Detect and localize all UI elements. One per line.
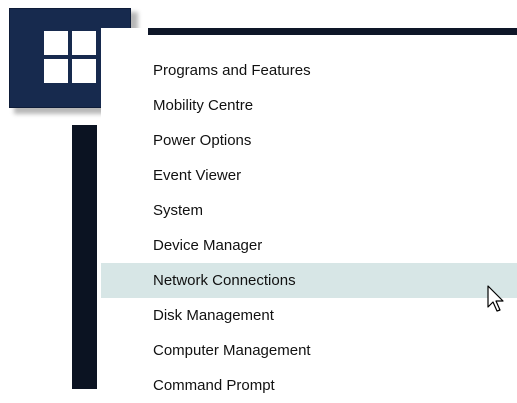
menu-item-disk-management[interactable]: Disk Management — [101, 298, 517, 333]
mouse-pointer-icon — [487, 285, 504, 312]
menu-item-network-connections[interactable]: Network Connections — [101, 263, 517, 298]
menu-item-system[interactable]: System — [101, 193, 517, 228]
taskbar — [72, 125, 97, 389]
menu-item-mobility-centre[interactable]: Mobility Centre — [101, 88, 517, 123]
menu-item-power-options[interactable]: Power Options — [101, 123, 517, 158]
menu-item-command-prompt[interactable]: Command Prompt — [101, 368, 517, 403]
menu-item-device-manager[interactable]: Device Manager — [101, 228, 517, 263]
menu-item-computer-management[interactable]: Computer Management — [101, 333, 517, 368]
context-menu-list: Programs and Features Mobility Centre Po… — [101, 53, 517, 403]
menu-top-border — [148, 28, 517, 35]
menu-item-programs-and-features[interactable]: Programs and Features — [101, 53, 517, 88]
menu-item-event-viewer[interactable]: Event Viewer — [101, 158, 517, 193]
windows-logo-icon — [44, 31, 96, 83]
